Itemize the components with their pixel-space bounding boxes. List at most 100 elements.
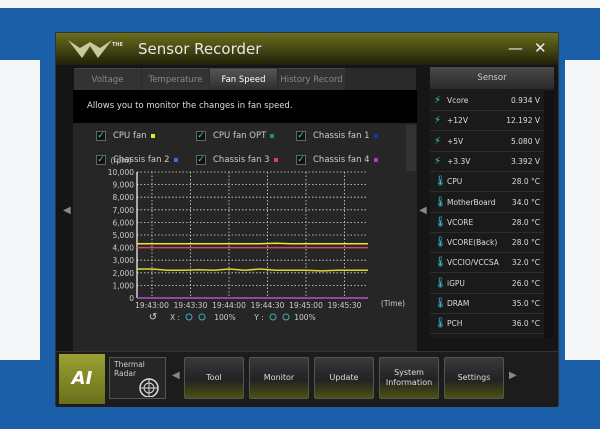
sensor-value: 5.080 V	[511, 136, 540, 146]
tab-history-record[interactable]: History Record	[278, 68, 345, 90]
y-zoom-label: Y :	[253, 313, 264, 322]
sensor-row: ⚡ +5V 5.080 V	[430, 132, 544, 152]
sensor-value: 36.0 °C	[511, 319, 540, 329]
tab-voltage[interactable]: Voltage	[74, 68, 141, 90]
sensor-value: 12.192 V	[506, 116, 540, 126]
sensor-row: 🌡 iGPU 26.0 °C	[430, 274, 544, 294]
sensor-value: 28.0 °C	[511, 177, 540, 187]
background-letter	[565, 60, 600, 360]
sensor-name: VCORE(Back)	[447, 238, 498, 248]
sensor-name: VCORE	[447, 217, 474, 227]
zoom-in-y-icon[interactable]	[269, 313, 277, 321]
y-tick-label: 6,000	[113, 218, 135, 227]
zoom-in-x-icon[interactable]	[185, 313, 193, 321]
y-tick-label: 7,000	[113, 206, 135, 215]
series-line-cpu-fan	[137, 242, 368, 245]
sensor-row: ⚡ +12V 12.192 V	[430, 111, 544, 132]
thermometer-icon: 🌡	[434, 277, 447, 289]
ai-suite-button[interactable]: AI	[59, 354, 105, 404]
thermometer-icon: 🌡	[434, 237, 447, 249]
nav-button-tool[interactable]: Tool	[184, 357, 244, 399]
sensor-name: VCCIO/VCCSA	[447, 258, 499, 268]
close-button[interactable]: ✕	[534, 39, 547, 57]
nav-button-update[interactable]: Update	[314, 357, 374, 399]
y-tick-label: 2,000	[113, 269, 135, 278]
title-bar: THE Sensor Recorder — ✕	[56, 33, 558, 65]
nav-button-settings[interactable]: Settings	[444, 357, 504, 399]
tab-fan-speed[interactable]: Fan Speed	[210, 68, 277, 90]
tuf-logo: THE	[64, 36, 130, 62]
sensor-value: 35.0 °C	[511, 299, 540, 308]
y-tick-label: 1,000	[113, 281, 135, 290]
x-tick-label: 19:43:30	[174, 301, 208, 310]
x-zoom-label: X :	[170, 313, 180, 322]
sensor-value: 0.934 V	[511, 96, 540, 105]
fan-speed-chart: (rpm) 10,000 9,000 8,000 7,000 6,000 5,000 4,00…	[108, 156, 405, 323]
sensor-value: 28.0 °C	[511, 217, 540, 227]
sensor-name: DRAM	[447, 299, 470, 308]
y-tick-label: 8,000	[113, 193, 135, 202]
svg-text:THE: THE	[112, 42, 124, 48]
bottom-bar: AI Thermal Radar ◀ Tool Monitor Update Syst…	[56, 351, 558, 407]
thermometer-icon: 🌡	[434, 196, 447, 208]
series-line-cpu-fan-opt	[137, 268, 368, 272]
sensor-row: 🌡 MotherBoard 34.0 °C	[430, 193, 544, 213]
y-tick-label: 0	[129, 294, 134, 303]
left-arrow-icon[interactable]: ◀	[63, 205, 71, 216]
sensor-value: 26.0 °C	[511, 278, 540, 288]
thermal-radar-button[interactable]: Thermal Radar	[109, 357, 166, 399]
thermometer-icon: 🌡	[434, 298, 447, 309]
sensor-value: 34.0 °C	[511, 197, 540, 207]
y-tick-label: 5,000	[113, 231, 135, 240]
sensor-value: 32.0 °C	[511, 258, 540, 268]
minimize-button[interactable]: —	[508, 39, 523, 57]
tab-temperature[interactable]: Temperature	[142, 68, 209, 90]
x-axis-label: (Time)	[381, 299, 405, 308]
fan-speed-panel: Allows you to monitor the changes in fan…	[73, 90, 417, 352]
nav-button-system-information[interactable]: System Information	[379, 357, 439, 399]
sensor-value: 3.392 V	[511, 156, 540, 166]
sensor-scrollbar[interactable]	[544, 91, 554, 338]
sensor-row: 🌡 VCCIO/VCCSA 32.0 °C	[430, 253, 544, 274]
window-title: Sensor Recorder	[138, 40, 262, 58]
background	[0, 0, 600, 8]
sensor-row: 🌡 VCORE 28.0 °C	[430, 213, 544, 233]
y-tick-label: 10,000	[108, 168, 134, 177]
sensor-name: CPU	[447, 177, 463, 187]
right-arrow-icon[interactable]: ◀	[419, 205, 427, 216]
lightning-icon: ⚡	[434, 115, 442, 127]
zoom-out-y-icon[interactable]	[282, 313, 290, 321]
y-tick-label: 4,000	[113, 244, 135, 253]
tab-bar: Voltage Temperature Fan Speed History Re…	[74, 68, 416, 90]
thermometer-icon: 🌡	[434, 318, 447, 330]
sensor-name: Vcore	[447, 96, 469, 105]
thermometer-icon: 🌡	[434, 216, 447, 228]
scroll-left-icon[interactable]: ◀	[172, 370, 180, 381]
x-tick-label: 19:44:30	[251, 301, 285, 310]
y-tick-label: 9,000	[113, 181, 135, 190]
thermometer-icon: 🌡	[434, 176, 447, 188]
reset-zoom-icon[interactable]: ↺	[149, 312, 157, 323]
thermometer-icon: 🌡	[434, 257, 447, 269]
thermal-radar-label: Thermal Radar	[114, 360, 145, 378]
sensor-name: +5V	[447, 136, 464, 146]
sensor-name: iGPU	[447, 278, 465, 288]
nav-button-monitor[interactable]: Monitor	[249, 357, 309, 399]
x-tick-label: 19:45:30	[328, 301, 362, 310]
sensor-row: ⚡ Vcore 0.934 V	[430, 91, 544, 111]
zoom-out-x-icon[interactable]	[198, 313, 206, 321]
sensor-header: Sensor	[430, 67, 554, 89]
x-tick-label: 19:43:00	[135, 301, 169, 310]
sensor-name: PCH	[447, 319, 463, 329]
sensor-recorder-window: THE Sensor Recorder — ✕ Voltage Temperat…	[55, 32, 559, 407]
x-zoom-value: 100%	[214, 313, 235, 322]
sensor-row: 🌡 PCH 36.0 °C	[430, 314, 544, 335]
radar-icon	[139, 378, 159, 397]
sensor-row: 🌡 CPU 28.0 °C	[430, 172, 544, 193]
sensor-row: ⚡ +3.3V 3.392 V	[430, 152, 544, 172]
sensor-row: 🌡 DRAM 35.0 °C	[430, 294, 544, 314]
y-zoom-value: 100%	[294, 313, 315, 322]
sensor-value: 28.0 °C	[511, 238, 540, 248]
sensor-name: +12V	[447, 116, 468, 126]
scroll-right-icon[interactable]: ▶	[509, 370, 517, 381]
